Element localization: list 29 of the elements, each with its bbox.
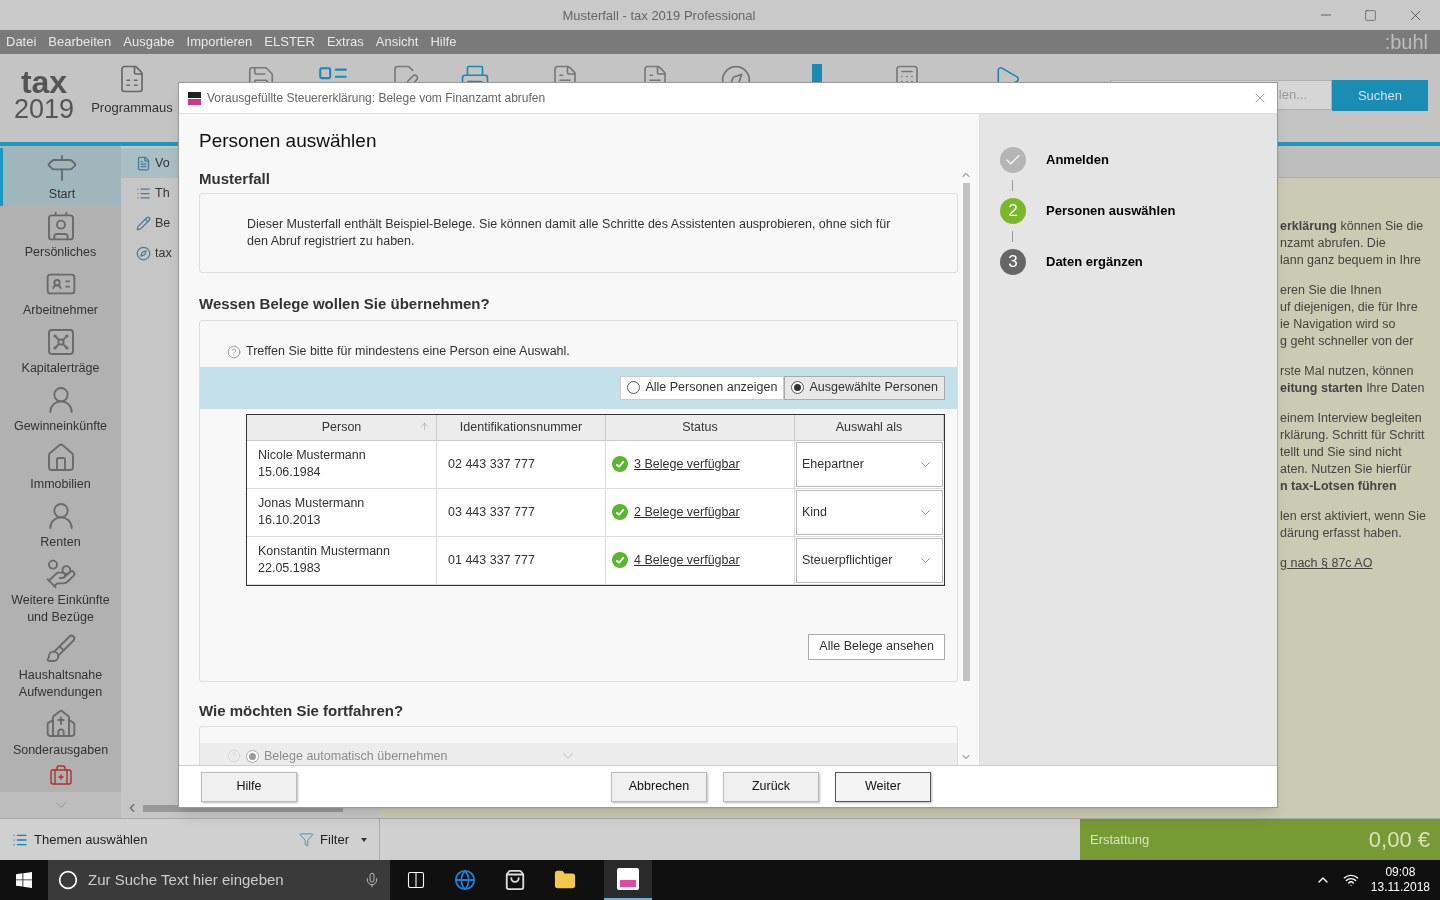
table-cell: Nicole Mustermann 15.06.1984 xyxy=(247,440,437,488)
info-paragraph: einem Interview begleiten rklärung. Schritt für Schritt tellt und Sie sind nicht aten. Nutzen Sie hierfür n tax-Lotsen führen xyxy=(1280,410,1426,495)
window-title: Musterfall - tax 2019 Professional xyxy=(562,8,756,23)
info-paragraph: len erst aktiviert, wenn Sie därung erfasst haben. xyxy=(1280,508,1427,542)
step-label: Personen auswählen xyxy=(1046,202,1176,221)
info-paragraph: rste Mal nutzen, können eitung starten Ihre Daten xyxy=(1280,363,1426,397)
info-paragraph: eren Sie die Ihnen uf diejenigen, die für Ihre ie Navigation wird so g geht schneller von der xyxy=(1280,282,1419,350)
logo-word: tax xyxy=(20,68,68,97)
step-label: Daten ergänzen xyxy=(1046,253,1143,272)
table-cell: 02 443 337 777 xyxy=(437,440,606,488)
refund-label: Erstattung xyxy=(1090,830,1150,849)
section-title: Wie möchten Sie fortfahren? xyxy=(199,700,405,721)
info-paragraph: erklärung können Sie die nzamt abrufen. Die lann ganz bequem in Ihre xyxy=(1280,218,1425,269)
case-note: Dieser Musterfall enthält Beispiel-Belege. Sie können damit alle Schritte des Assistenten ausprobieren, ohne sich für den Abruf registriert zu haben. xyxy=(247,216,892,250)
hint-text: Treffen Sie bitte für mindestens eine Person eine Auswahl. xyxy=(246,343,570,361)
table-cell: 03 443 337 777 xyxy=(437,488,606,536)
step-label: Anmelden xyxy=(1046,151,1109,170)
dialog-heading: Personen auswählen xyxy=(199,129,378,153)
step-marker: 2 xyxy=(1000,198,1026,224)
table-cell: 01 443 337 777 xyxy=(437,536,606,584)
section-title: Musterfall xyxy=(199,168,271,189)
section-title: Wessen Belege wollen Sie übernehmen? xyxy=(199,294,491,314)
refund-amount: 0,00 € xyxy=(1368,826,1430,854)
dialog-title: Vorausgefüllte Steuererklärung: Belege vom Finanzamt abrufen xyxy=(207,90,547,107)
table-cell: Jonas Mustermann 16.10.2013 xyxy=(247,488,437,536)
table-cell: Konstantin Mustermann 22.05.1983 xyxy=(247,536,437,584)
logo-year: 2019 xyxy=(13,96,75,122)
brand-logo: :buhl xyxy=(1384,30,1429,55)
step-marker: 3 xyxy=(1000,249,1026,275)
